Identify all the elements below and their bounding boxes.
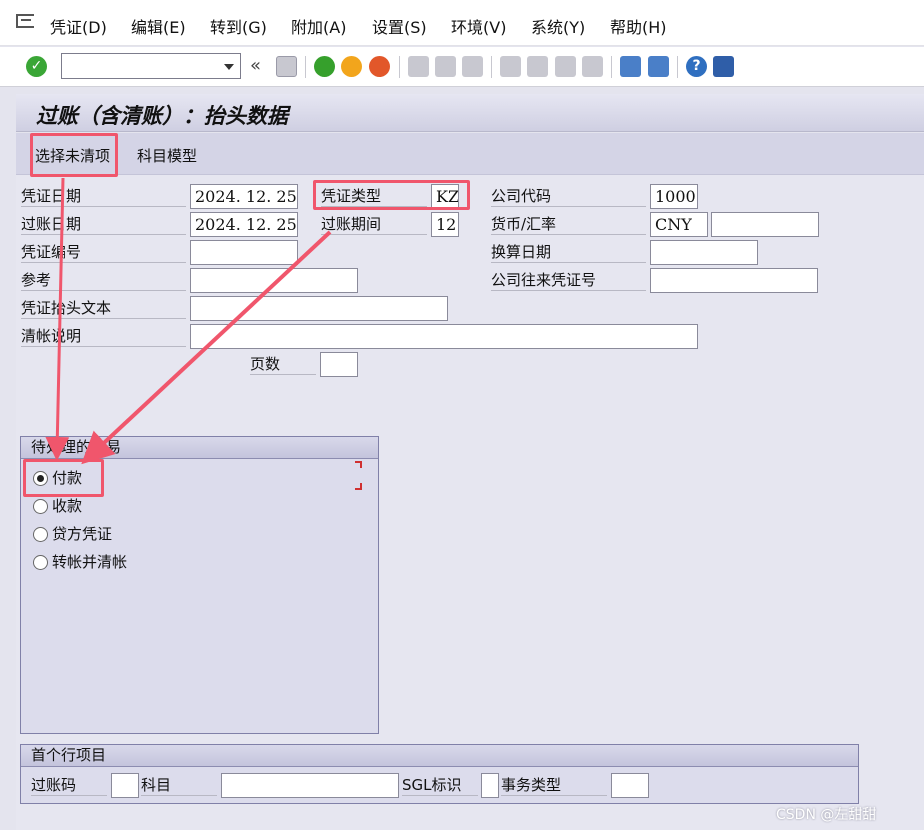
arrow-to-payment-from-doc-type <box>81 230 332 465</box>
arrow-to-payment-from-open-items <box>45 177 70 461</box>
watermark: CSDN @左甜甜 <box>776 807 877 823</box>
annotation-arrows <box>45 177 332 465</box>
